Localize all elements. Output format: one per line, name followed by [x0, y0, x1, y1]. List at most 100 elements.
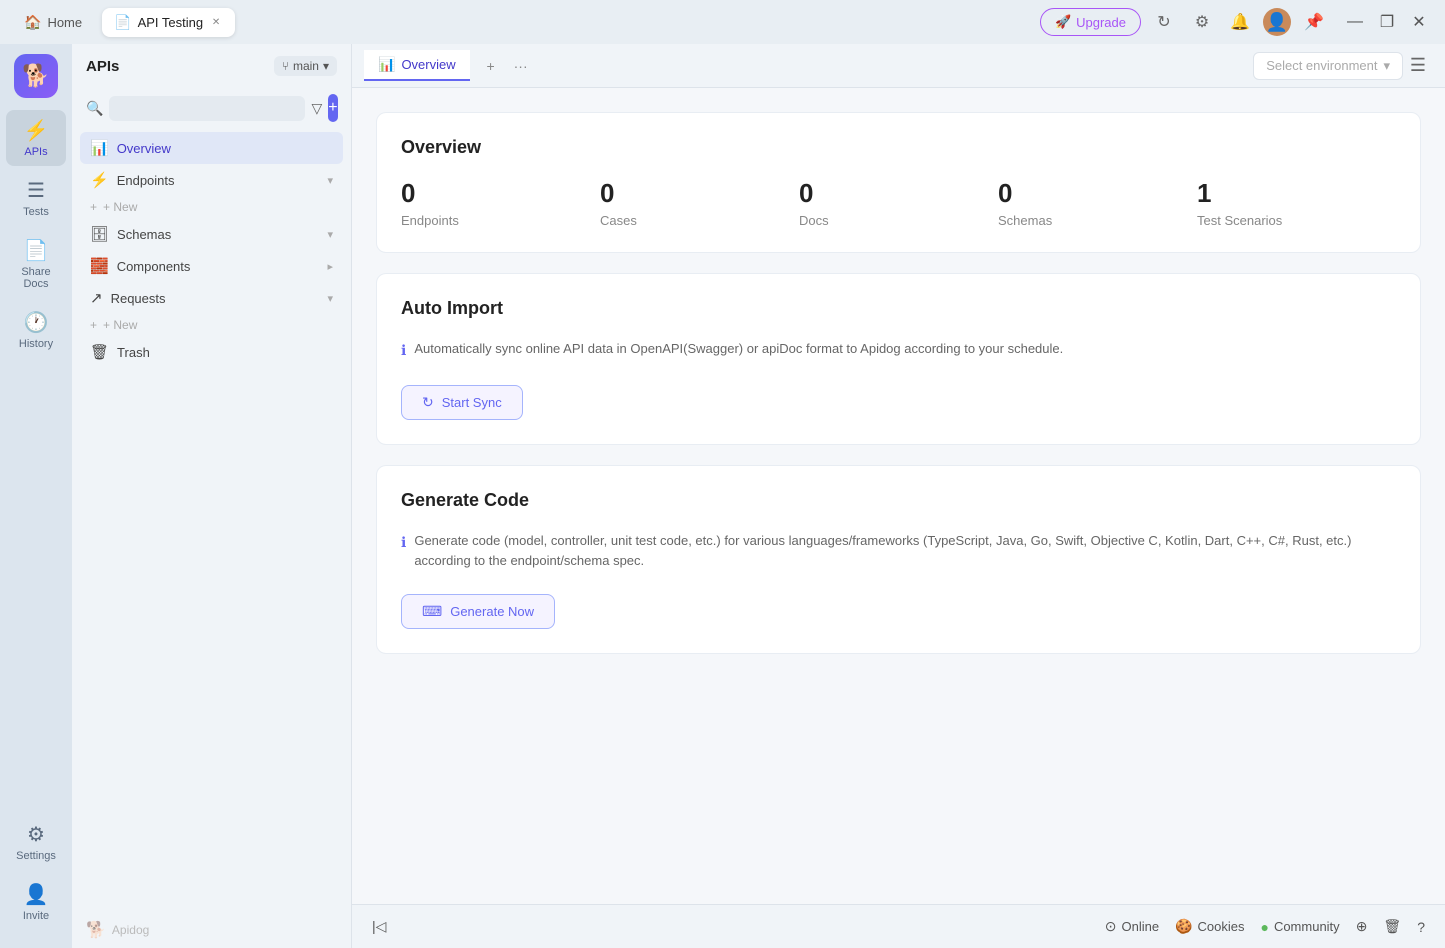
online-icon: ⊙ [1105, 918, 1117, 935]
tree-item-overview[interactable]: 📊 Overview [80, 132, 343, 164]
tab-close-button[interactable]: ✕ [209, 15, 223, 29]
overview-tab-label: Overview [401, 57, 455, 72]
endpoints-new-item[interactable]: + + New [80, 196, 343, 218]
test-scenarios-label: Test Scenarios [1197, 213, 1372, 228]
apidog-icon: 🐕 [86, 920, 106, 940]
window-controls: — ❐ ✕ [1341, 8, 1433, 36]
overview-section-title: Overview [401, 137, 1396, 158]
auto-import-title: Auto Import [401, 298, 1396, 319]
avatar[interactable]: 👤 [1263, 8, 1291, 36]
generate-code-info-icon: ℹ [401, 532, 406, 553]
stat-cases: 0 Cases [600, 178, 799, 228]
history-label: History [19, 338, 53, 350]
minimize-button[interactable]: — [1341, 8, 1369, 36]
tree-item-requests[interactable]: ↗ Requests ▾ [80, 282, 343, 314]
search-icon: 🔍 [86, 100, 103, 117]
notifications-button[interactable]: 🔔 [1225, 7, 1255, 37]
sidebar-item-invite[interactable]: 👤 Invite [6, 874, 66, 930]
apis-label: APIs [24, 146, 47, 158]
auto-import-info-icon: ℹ [401, 340, 406, 361]
close-window-button[interactable]: ✕ [1405, 8, 1433, 36]
community-icon: ● [1260, 919, 1268, 935]
api-testing-tab[interactable]: 📄 API Testing ✕ [102, 8, 235, 37]
new-label: + New [103, 200, 137, 214]
stat-endpoints: 0 Endpoints [401, 178, 600, 228]
footer-trash-button[interactable]: 🗑 [1383, 918, 1401, 935]
components-tree-label: Components [117, 259, 320, 274]
overview-content-tab[interactable]: 📊 Overview [364, 50, 470, 81]
auto-import-card: Auto Import ℹ Automatically sync online … [376, 273, 1421, 445]
cases-value: 0 [600, 178, 775, 209]
add-tab-button[interactable]: + [478, 53, 504, 79]
start-sync-button[interactable]: ↻ Start Sync [401, 385, 523, 420]
branch-name: main [293, 59, 319, 73]
tree-item-endpoints[interactable]: ⚡ Endpoints ▾ [80, 164, 343, 196]
requests-new-item[interactable]: + + New [80, 314, 343, 336]
sidebar-item-settings[interactable]: ⚙ Settings [6, 814, 66, 870]
search-input[interactable] [109, 96, 305, 121]
tree-item-components[interactable]: 🧱 Components ▸ [80, 250, 343, 282]
settings-icon-button[interactable]: ⚙ [1187, 7, 1217, 37]
refresh-button[interactable]: ↻ [1149, 7, 1179, 37]
community-button[interactable]: ● Community [1260, 919, 1339, 935]
schemas-tree-icon: 🗄 [90, 225, 109, 243]
schemas-label: Schemas [998, 213, 1173, 228]
requests-tree-icon: ↗ [90, 289, 103, 307]
cookies-button[interactable]: 🍪 Cookies [1175, 918, 1244, 935]
left-panel: APIs ⑂ main ▾ 🔍 ▽ + 📊 Overview ⚡ Endpoin… [72, 44, 352, 948]
requests-chevron-icon: ▾ [327, 292, 333, 305]
tree-items: 📊 Overview ⚡ Endpoints ▾ + + New 🗄 Schem… [72, 132, 351, 912]
sidebar-item-history[interactable]: 🕐 History [6, 302, 66, 358]
invite-icon: 👤 [24, 882, 49, 907]
maximize-button[interactable]: ❐ [1373, 8, 1401, 36]
footer-collapse-button[interactable]: |◁ [372, 918, 386, 935]
add-item-button[interactable]: + [328, 94, 337, 122]
icon-sidebar: 🐕 ⚡ APIs ☰ Tests 📄 Share Docs 🕐 History … [0, 44, 72, 948]
titlebar-right: 🚀 Upgrade ↻ ⚙ 🔔 👤 📌 — ❐ ✕ [1040, 7, 1433, 37]
generate-code-title: Generate Code [401, 490, 1396, 511]
generate-now-button[interactable]: ⌨ Generate Now [401, 594, 555, 629]
app-logo[interactable]: 🐕 [14, 54, 58, 98]
titlebar: 🏠 Home 📄 API Testing ✕ 🚀 Upgrade ↻ ⚙ 🔔 👤… [0, 0, 1445, 44]
sidebar-item-tests[interactable]: ☰ Tests [6, 170, 66, 226]
community-label: Community [1274, 919, 1340, 934]
main-content: 📊 Overview + ··· Select environment ▾ ☰ … [352, 44, 1445, 948]
endpoints-value: 0 [401, 178, 576, 209]
settings-label: Settings [16, 850, 56, 862]
branch-selector[interactable]: ⑂ main ▾ [274, 56, 337, 76]
schemas-chevron-icon: ▾ [327, 228, 333, 241]
trash-tree-label: Trash [117, 345, 333, 360]
footer-help-icon: ? [1417, 919, 1425, 935]
more-tab-button[interactable]: ··· [508, 53, 534, 79]
apidog-label: Apidog [112, 923, 149, 937]
env-placeholder-text: Select environment [1266, 58, 1377, 73]
filter-button[interactable]: ▽ [311, 94, 322, 122]
api-testing-icon: 📄 [114, 14, 131, 31]
tests-icon: ☰ [27, 178, 45, 203]
generate-code-description-text: Generate code (model, controller, unit t… [414, 531, 1396, 570]
endpoints-tree-label: Endpoints [117, 173, 320, 188]
cases-label: Cases [600, 213, 775, 228]
footer-add-button[interactable]: ⊕ [1356, 918, 1368, 935]
content-tabs: 📊 Overview + ··· Select environment ▾ ☰ [352, 44, 1445, 88]
content-area: Overview 0 Endpoints 0 Cases 0 Docs [352, 88, 1445, 904]
left-panel-header: APIs ⑂ main ▾ [72, 44, 351, 88]
schemas-value: 0 [998, 178, 1173, 209]
tree-item-schemas[interactable]: 🗄 Schemas ▾ [80, 218, 343, 250]
content-menu-button[interactable]: ☰ [1403, 51, 1433, 81]
cookies-icon: 🍪 [1175, 918, 1192, 935]
docs-label: Docs [799, 213, 974, 228]
tree-item-trash[interactable]: 🗑 Trash [80, 336, 343, 368]
home-tab[interactable]: 🏠 Home [12, 8, 94, 37]
panel-title: APIs [86, 58, 266, 75]
upgrade-button[interactable]: 🚀 Upgrade [1040, 8, 1141, 36]
env-selector[interactable]: Select environment ▾ [1253, 52, 1403, 80]
generate-code-card: Generate Code ℹ Generate code (model, co… [376, 465, 1421, 654]
pin-icon-button[interactable]: 📌 [1299, 7, 1329, 37]
sidebar-item-share-docs[interactable]: 📄 Share Docs [6, 230, 66, 298]
generate-now-label: Generate Now [450, 604, 534, 619]
footer-help-button[interactable]: ? [1417, 919, 1425, 935]
online-status[interactable]: ⊙ Online [1105, 918, 1159, 935]
invite-label: Invite [23, 910, 49, 922]
sidebar-item-apis[interactable]: ⚡ APIs [6, 110, 66, 166]
